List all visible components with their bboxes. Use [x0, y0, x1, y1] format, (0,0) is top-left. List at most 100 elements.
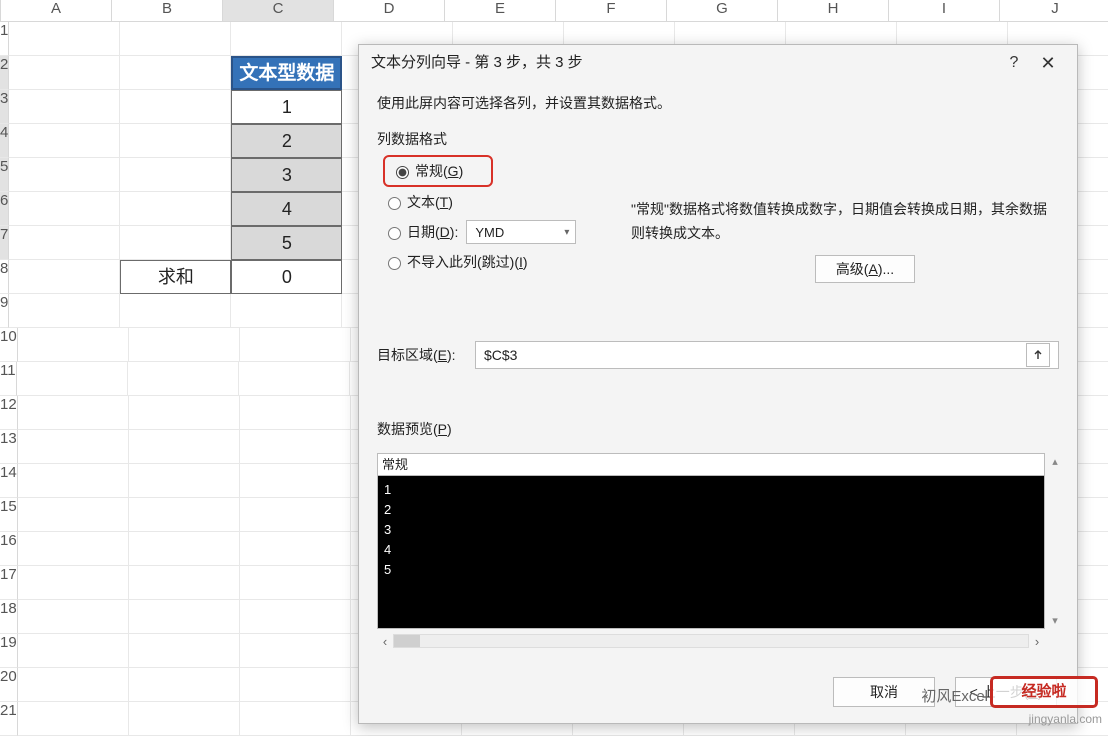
cell-C21[interactable] — [240, 702, 351, 736]
column-header-E[interactable]: E — [445, 0, 556, 22]
cell-A12[interactable] — [18, 396, 129, 430]
cell-A8[interactable] — [9, 260, 120, 294]
cell-B6[interactable] — [120, 192, 231, 226]
cell-C1[interactable] — [231, 22, 342, 56]
row-header-2[interactable]: 2 — [0, 56, 9, 90]
row-header-13[interactable]: 13 — [0, 430, 18, 464]
destination-input[interactable]: $C$3 — [475, 341, 1059, 369]
cell-B16[interactable] — [129, 532, 240, 566]
row-header-21[interactable]: 21 — [0, 702, 18, 736]
cell-A2[interactable] — [9, 56, 120, 90]
cell-A9[interactable] — [9, 294, 120, 328]
cell-C12[interactable] — [240, 396, 351, 430]
preview-vscroll[interactable]: ▴ ▾ — [1047, 455, 1063, 627]
cell-A10[interactable] — [18, 328, 129, 362]
row-header-6[interactable]: 6 — [0, 192, 9, 226]
cell-A4[interactable] — [9, 124, 120, 158]
cell-C4[interactable]: 2 — [231, 124, 342, 158]
range-picker-icon[interactable] — [1026, 343, 1050, 367]
cell-A16[interactable] — [18, 532, 129, 566]
column-header-G[interactable]: G — [667, 0, 778, 22]
cell-A6[interactable] — [9, 192, 120, 226]
radio-text-input[interactable] — [388, 197, 401, 210]
date-format-select[interactable]: YMD ▾ — [466, 220, 576, 244]
column-header-I[interactable]: I — [889, 0, 1000, 22]
scroll-down-icon[interactable]: ▾ — [1052, 614, 1058, 627]
cell-B21[interactable] — [129, 702, 240, 736]
cell-C15[interactable] — [240, 498, 351, 532]
cell-B7[interactable] — [120, 226, 231, 260]
cell-B10[interactable] — [129, 328, 240, 362]
cell-B14[interactable] — [129, 464, 240, 498]
cell-B19[interactable] — [129, 634, 240, 668]
cell-A1[interactable] — [9, 22, 120, 56]
radio-general[interactable]: 常规(G) — [383, 155, 493, 187]
cell-C3[interactable]: 1 — [231, 90, 342, 124]
cell-B18[interactable] — [129, 600, 240, 634]
scroll-left-icon[interactable]: ‹ — [377, 634, 393, 649]
cell-C5[interactable]: 3 — [231, 158, 342, 192]
row-header-5[interactable]: 5 — [0, 158, 9, 192]
cell-B2[interactable] — [120, 56, 231, 90]
radio-general-input[interactable] — [396, 166, 409, 179]
cell-C13[interactable] — [240, 430, 351, 464]
row-header-4[interactable]: 4 — [0, 124, 9, 158]
row-header-12[interactable]: 12 — [0, 396, 18, 430]
hscroll-track[interactable] — [393, 634, 1029, 648]
cell-B5[interactable] — [120, 158, 231, 192]
preview-hscroll[interactable]: ‹ › — [377, 631, 1045, 651]
row-header-19[interactable]: 19 — [0, 634, 18, 668]
cell-B15[interactable] — [129, 498, 240, 532]
radio-date-input[interactable] — [388, 227, 401, 240]
column-header-H[interactable]: H — [778, 0, 889, 22]
cell-C11[interactable] — [239, 362, 350, 396]
cell-C2[interactable]: 文本型数据 — [231, 56, 342, 90]
cell-A19[interactable] — [18, 634, 129, 668]
radio-skip-input[interactable] — [388, 257, 401, 270]
cell-C6[interactable]: 4 — [231, 192, 342, 226]
cell-C18[interactable] — [240, 600, 351, 634]
row-header-11[interactable]: 11 — [0, 362, 17, 396]
row-header-16[interactable]: 16 — [0, 532, 18, 566]
row-header-7[interactable]: 7 — [0, 226, 9, 260]
help-button[interactable]: ? — [997, 45, 1031, 81]
cell-B8[interactable]: 求和 — [120, 260, 231, 294]
cell-C20[interactable] — [240, 668, 351, 702]
cancel-button[interactable]: 取消 — [833, 677, 935, 707]
cell-B4[interactable] — [120, 124, 231, 158]
cell-B12[interactable] — [129, 396, 240, 430]
row-header-3[interactable]: 3 — [0, 90, 9, 124]
cell-B13[interactable] — [129, 430, 240, 464]
cell-C16[interactable] — [240, 532, 351, 566]
cell-C7[interactable]: 5 — [231, 226, 342, 260]
row-header-10[interactable]: 10 — [0, 328, 18, 362]
cell-A11[interactable] — [17, 362, 128, 396]
close-button[interactable]: ✕ — [1031, 45, 1065, 81]
row-header-17[interactable]: 17 — [0, 566, 18, 600]
column-header-F[interactable]: F — [556, 0, 667, 22]
row-header-8[interactable]: 8 — [0, 260, 9, 294]
column-header-D[interactable]: D — [334, 0, 445, 22]
cell-A18[interactable] — [18, 600, 129, 634]
row-header-1[interactable]: 1 — [0, 22, 9, 56]
hscroll-thumb[interactable] — [394, 635, 420, 647]
column-header-J[interactable]: J — [1000, 0, 1108, 22]
cell-C8[interactable]: 0 — [231, 260, 342, 294]
cell-B3[interactable] — [120, 90, 231, 124]
row-header-18[interactable]: 18 — [0, 600, 18, 634]
cell-B20[interactable] — [129, 668, 240, 702]
cell-C9[interactable] — [231, 294, 342, 328]
column-header-C[interactable]: C — [223, 0, 334, 22]
radio-skip[interactable]: 不导入此列(跳过)(I) — [383, 247, 1059, 277]
column-header-B[interactable]: B — [112, 0, 223, 22]
cell-A3[interactable] — [9, 90, 120, 124]
advanced-button[interactable]: 高级(A)... — [815, 255, 915, 283]
row-header-9[interactable]: 9 — [0, 294, 9, 328]
cell-A5[interactable] — [9, 158, 120, 192]
cell-C19[interactable] — [240, 634, 351, 668]
cell-B17[interactable] — [129, 566, 240, 600]
cell-A13[interactable] — [18, 430, 129, 464]
cell-A14[interactable] — [18, 464, 129, 498]
cell-A20[interactable] — [18, 668, 129, 702]
cell-A21[interactable] — [18, 702, 129, 736]
